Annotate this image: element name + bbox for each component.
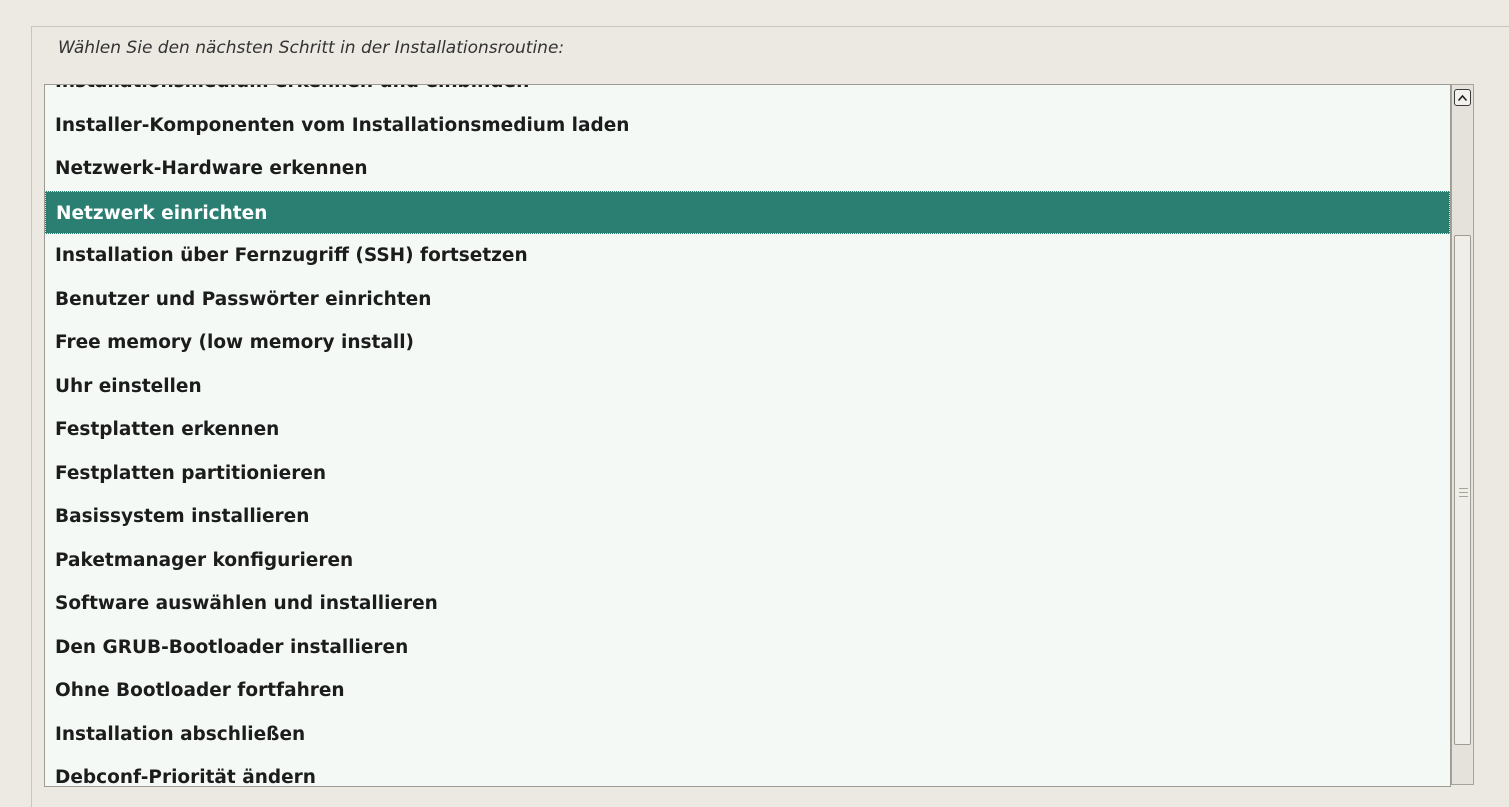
list-item-selected[interactable]: Netzwerk einrichten <box>45 190 1450 234</box>
list-item[interactable]: Uhr einstellen <box>45 365 1450 409</box>
vertical-scrollbar[interactable] <box>1451 84 1474 785</box>
list-item[interactable]: Netzwerk-Hardware erkennen <box>45 147 1450 191</box>
list-item[interactable]: Paketmanager konfigurieren <box>45 539 1450 583</box>
list-item[interactable]: Den GRUB-Bootloader installieren <box>45 626 1450 670</box>
list-item[interactable]: Free memory (low memory install) <box>45 321 1450 365</box>
list-item[interactable]: Software auswählen und installieren <box>45 582 1450 626</box>
scroll-thumb[interactable] <box>1454 235 1471 745</box>
installation-steps-list[interactable]: Installationsmedium erkennen und einbind… <box>44 84 1451 787</box>
list-item[interactable]: Installer-Komponenten vom Installationsm… <box>45 104 1450 148</box>
grip-icon <box>1459 488 1468 500</box>
list-item[interactable]: Festplatten erkennen <box>45 408 1450 452</box>
chevron-up-icon <box>1457 94 1468 101</box>
list-item[interactable]: Basissystem installieren <box>45 495 1450 539</box>
list-item[interactable]: Benutzer und Passwörter einrichten <box>45 278 1450 322</box>
list-item[interactable]: Ohne Bootloader fortfahren <box>45 669 1450 713</box>
list-item[interactable]: Installation über Fernzugriff (SSH) fort… <box>45 234 1450 278</box>
prompt-label: Wählen Sie den nächsten Schritt in der I… <box>58 38 565 58</box>
scroll-up-button[interactable] <box>1454 89 1471 106</box>
list-item[interactable]: Festplatten partitionieren <box>45 452 1450 496</box>
list-item[interactable]: Installation abschließen <box>45 713 1450 757</box>
list-item[interactable]: Installationsmedium erkennen und einbind… <box>45 85 1450 104</box>
list-item[interactable]: Debconf-Priorität ändern <box>45 756 1450 786</box>
list-content: Installationsmedium erkennen und einbind… <box>45 85 1450 786</box>
